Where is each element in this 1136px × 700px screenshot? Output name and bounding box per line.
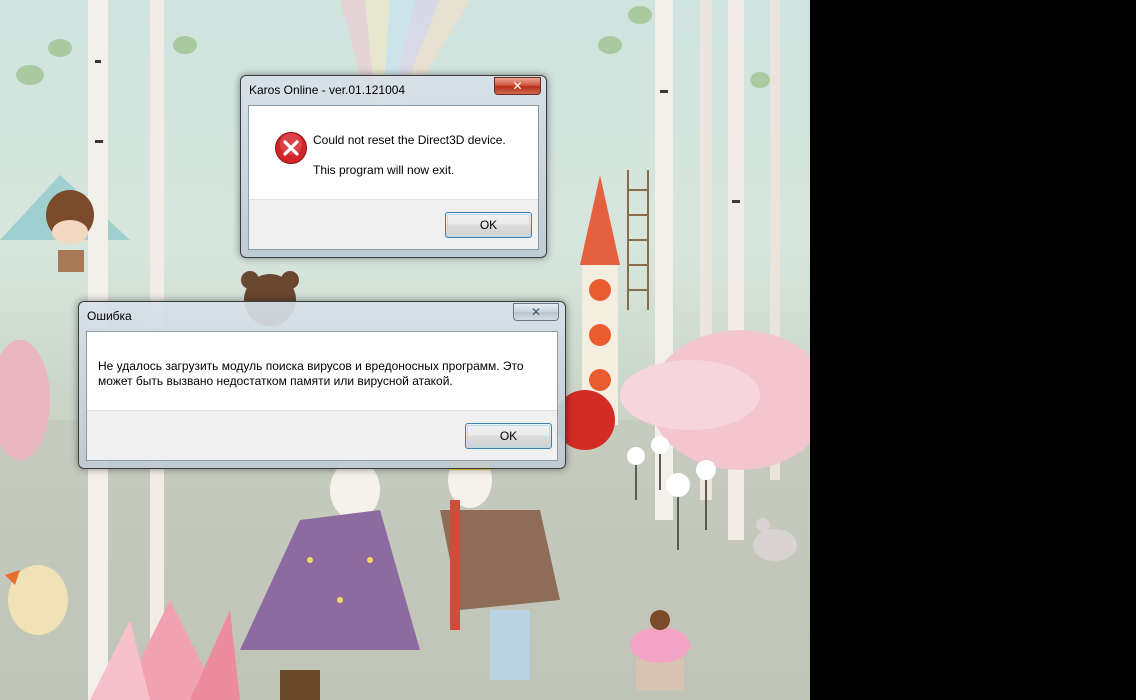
close-icon: ✕ xyxy=(512,79,523,93)
oshibka-close-button[interactable]: ✕ xyxy=(513,303,559,321)
karos-close-button[interactable]: ✕ xyxy=(494,77,541,95)
karos-title: Karos Online - ver.01.121004 xyxy=(249,83,406,97)
karos-ok-label: OK xyxy=(479,218,498,232)
karos-ok-button[interactable]: OK xyxy=(445,212,532,238)
karos-message-area: Could not reset the Direct3D device. Thi… xyxy=(249,106,538,202)
oshibka-error-dialog: Ошибка ✕ Не удалось загрузить модуль пои… xyxy=(78,301,566,469)
oshibka-message-line1: Не удалось загрузить модуль поиска вирус… xyxy=(98,359,524,373)
close-icon: ✕ xyxy=(530,305,542,319)
karos-message-line2: This program will now exit. xyxy=(313,163,455,177)
error-x-icon xyxy=(275,132,307,164)
oshibka-button-area: OK xyxy=(87,410,557,460)
desktop-wallpaper: Karos Online - ver.01.121004 ✕ Could not… xyxy=(0,0,810,700)
chestnut-character xyxy=(46,190,94,272)
oshibka-message-area: Не удалось загрузить модуль поиска вирус… xyxy=(87,332,557,413)
oshibka-title: Ошибка xyxy=(87,309,132,323)
desktop-unused-area xyxy=(810,0,1136,700)
oshibka-titlebar[interactable]: Ошибка ✕ xyxy=(79,302,565,328)
oshibka-message-line2: может быть вызвано недостатком памяти ил… xyxy=(98,374,453,388)
oshibka-ok-button[interactable]: OK xyxy=(465,423,552,449)
oshibka-client-area: Не удалось загрузить модуль поиска вирус… xyxy=(86,331,558,461)
karos-client-area: Could not reset the Direct3D device. Thi… xyxy=(248,105,539,250)
karos-button-area: OK xyxy=(249,199,538,249)
karos-error-dialog: Karos Online - ver.01.121004 ✕ Could not… xyxy=(240,75,547,258)
karos-message-line1: Could not reset the Direct3D device. xyxy=(313,133,506,147)
oshibka-ok-label: OK xyxy=(499,429,518,443)
karos-titlebar[interactable]: Karos Online - ver.01.121004 ✕ xyxy=(241,76,546,102)
ladder xyxy=(627,170,649,310)
